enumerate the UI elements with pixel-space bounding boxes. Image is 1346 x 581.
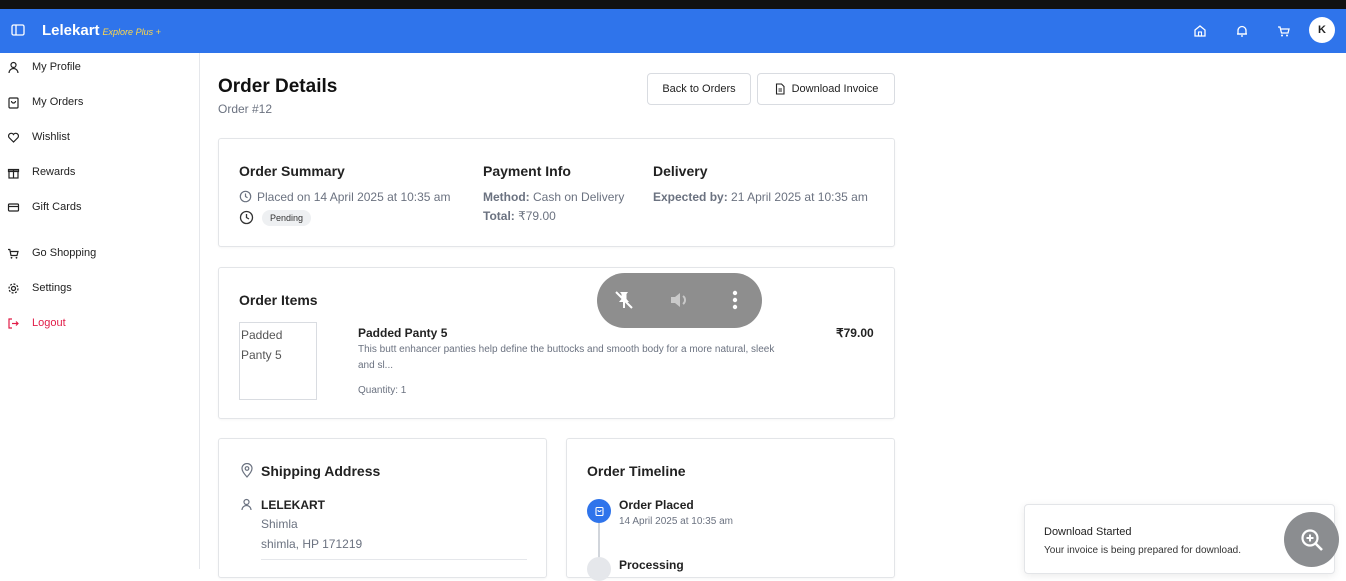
sidebar-item-gift-cards[interactable]: Gift Cards	[0, 193, 199, 221]
gear-icon	[8, 282, 19, 294]
order-timeline-title: Order Timeline	[587, 463, 686, 479]
sidebar-item-my-orders[interactable]: My Orders	[0, 88, 199, 116]
sidebar-item-label: Rewards	[32, 166, 76, 178]
home-icon[interactable]	[1191, 22, 1209, 40]
order-summary-card: Order Summary Placed on 14 April 2025 at…	[218, 138, 895, 247]
delivery-title: Delivery	[653, 163, 708, 179]
unpin-icon[interactable]	[612, 288, 636, 312]
sidebar-item-label: My Profile	[32, 61, 81, 73]
expected-label: Expected by:	[653, 190, 728, 204]
brand-tagline: Explore Plus +	[102, 27, 161, 37]
download-invoice-label: Download Invoice	[791, 83, 879, 95]
brand-logo[interactable]: Lelekart Explore Plus +	[42, 22, 161, 39]
payment-info-title: Payment Info	[483, 163, 571, 179]
heart-icon	[7, 132, 20, 143]
user-icon	[241, 498, 252, 511]
timeline-step-label: Processing	[619, 558, 684, 572]
gift-icon	[7, 168, 20, 179]
sidebar-toggle-icon[interactable]	[11, 23, 25, 37]
sidebar-item-go-shopping[interactable]: Go Shopping	[0, 239, 199, 267]
product-image-alt: Padded Panty 5	[241, 328, 283, 362]
shipping-address-title: Shipping Address	[261, 463, 381, 479]
address-divider	[261, 559, 527, 560]
timeline-step-processing-dot	[587, 557, 611, 581]
order-summary-title: Order Summary	[239, 163, 345, 179]
order-items-card: Order Items Padded Panty 5 Padded Panty …	[218, 267, 895, 419]
sidebar-item-my-profile[interactable]: My Profile	[0, 53, 199, 81]
expected-value: 21 April 2025 at 10:35 am	[731, 190, 868, 204]
sidebar-item-logout[interactable]: Logout	[0, 309, 199, 337]
address-line2: shimla, HP 171219	[261, 537, 363, 551]
product-name[interactable]: Padded Panty 5	[358, 326, 447, 340]
sidebar-item-label: Go Shopping	[32, 247, 97, 259]
expected-delivery: Expected by: 21 April 2025 at 10:35 am	[653, 190, 868, 204]
sidebar-item-settings[interactable]: Settings	[0, 274, 199, 302]
address-line1: Shimla	[261, 517, 298, 531]
zoom-button[interactable]	[1284, 512, 1339, 567]
order-items-title: Order Items	[239, 292, 318, 308]
order-number: Order #12	[218, 102, 273, 116]
download-invoice-button[interactable]: Download Invoice	[757, 73, 895, 105]
sidebar-item-rewards[interactable]: Rewards	[0, 158, 199, 186]
cart-icon	[8, 248, 19, 259]
bag-icon	[8, 96, 19, 109]
sidebar-item-label: Logout	[32, 317, 66, 329]
more-options-icon[interactable]	[723, 288, 747, 312]
sidebar-item-wishlist[interactable]: Wishlist	[0, 123, 199, 151]
product-price: ₹79.00	[836, 326, 874, 340]
top-navbar: Lelekart Explore Plus + K	[0, 9, 1346, 53]
status-clock-icon	[239, 210, 254, 225]
map-pin-icon	[241, 463, 253, 478]
window-top-strip	[0, 0, 1346, 9]
product-description-line1: This butt enhancer panties help define t…	[358, 344, 775, 355]
media-control-overlay	[597, 273, 762, 328]
product-image[interactable]: Padded Panty 5	[239, 322, 317, 400]
brand-name: Lelekart	[42, 22, 100, 39]
total-label: Total:	[483, 209, 515, 223]
timeline-step-label: Order Placed	[619, 498, 694, 512]
method-label: Method:	[483, 190, 530, 204]
user-icon	[8, 61, 19, 73]
sidebar: My Profile My Orders Wishlist Rewards Gi…	[0, 53, 200, 569]
sidebar-item-label: Wishlist	[32, 131, 70, 143]
back-to-orders-button[interactable]: Back to Orders	[647, 73, 751, 105]
total-value: ₹79.00	[518, 209, 556, 223]
card-icon	[7, 202, 20, 212]
recipient-name: LELEKART	[261, 498, 325, 512]
shipping-address-card: Shipping Address LELEKART Shimla shimla,…	[218, 438, 547, 578]
product-quantity: Quantity: 1	[358, 385, 407, 396]
cart-icon[interactable]	[1275, 22, 1293, 40]
volume-icon[interactable]	[667, 288, 691, 312]
sidebar-item-label: Settings	[32, 282, 72, 294]
bag-icon	[594, 506, 604, 516]
zoom-in-icon	[1300, 528, 1323, 551]
order-timeline-card: Order Timeline Order Placed 14 April 202…	[566, 438, 895, 581]
timeline-step-placed-dot	[587, 499, 611, 523]
bell-icon[interactable]	[1233, 22, 1251, 40]
toast-title: Download Started	[1044, 526, 1132, 538]
placed-date: Placed on 14 April 2025 at 10:35 am	[257, 190, 451, 204]
sidebar-item-label: Gift Cards	[32, 201, 82, 213]
user-avatar[interactable]: K	[1309, 17, 1335, 43]
page-title: Order Details	[218, 76, 338, 97]
clock-icon	[239, 190, 252, 203]
method-value: Cash on Delivery	[533, 190, 625, 204]
payment-total: Total: ₹79.00	[483, 209, 556, 223]
logout-icon	[8, 317, 19, 329]
document-icon	[775, 83, 785, 95]
toast-message: Your invoice is being prepared for downl…	[1044, 545, 1241, 556]
status-badge: Pending	[262, 210, 312, 226]
back-to-orders-label: Back to Orders	[662, 83, 736, 95]
payment-method: Method: Cash on Delivery	[483, 190, 624, 204]
product-description-line2: and sl...	[358, 360, 394, 371]
timeline-step-time: 14 April 2025 at 10:35 am	[619, 516, 733, 527]
sidebar-item-label: My Orders	[32, 96, 84, 108]
